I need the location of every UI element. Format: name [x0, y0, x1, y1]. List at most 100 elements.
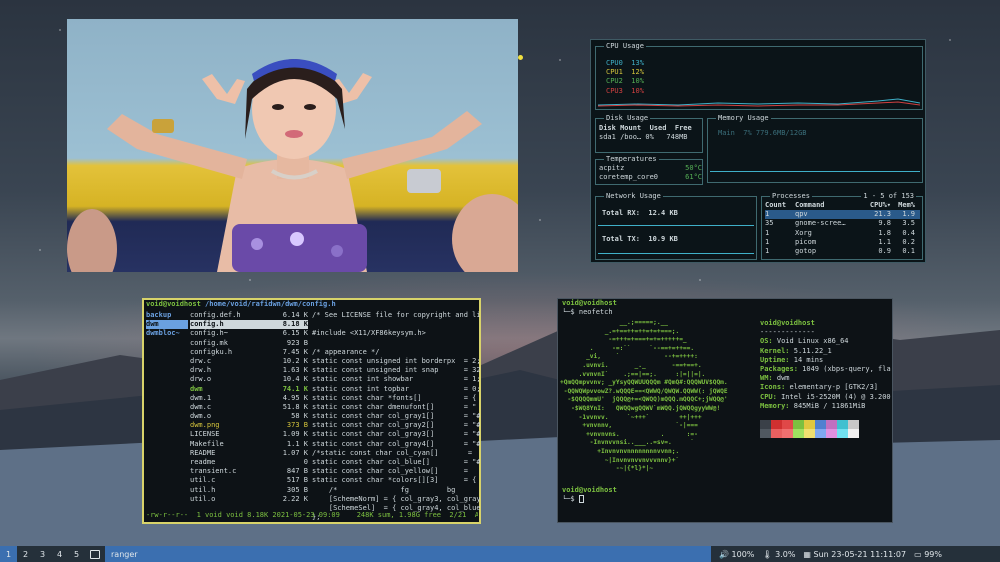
workspace-button[interactable]: 5 [68, 546, 85, 562]
ranger-parent-dir[interactable]: dwm [146, 320, 188, 330]
cpu-indicator[interactable]: 🌡 3.0% [762, 550, 795, 559]
logo-line: __.;=====;.__ [560, 319, 669, 326]
ranger-file-size: 6.15 K [282, 329, 308, 338]
disk-usage-title: Disk Usage [604, 114, 651, 122]
process-table[interactable]: Count Command CPU%▾ Mem% 1 qpv 21.3 1.9 35 gnome-… [765, 201, 920, 256]
nf-info-line: Packages: 1049 (xbps-query, fla [760, 365, 892, 374]
palette-swatch [826, 428, 837, 438]
logo-line: ~|Invnvnvvnvvvnnv}+` [560, 456, 680, 464]
color-palette-bright [760, 428, 892, 438]
process-row[interactable]: 1 qpv 21.3 1.9 [765, 210, 920, 220]
ranger-preview-line: static const int showbar = 1; [312, 375, 480, 384]
neofetch-prompt2-line[interactable]: └─$ [562, 495, 584, 504]
ranger-preview-line: [SchemeNorm] = { col_gray3, col_gray [312, 494, 480, 503]
clock[interactable]: ▦ Sun 23-05-21 11:11:07 [803, 550, 906, 559]
ranger-file-name: dwm.c [190, 402, 212, 411]
neofetch-terminal[interactable]: void@voidhost └─$ neofetch __.;=====;.__… [557, 298, 893, 523]
ranger-file[interactable]: config.def.h 6.14 K [190, 311, 308, 320]
ranger-file[interactable]: drw.o 10.4 K [190, 375, 308, 384]
cpu-entry: CPU0 13% [606, 59, 644, 67]
ranger-file[interactable]: config.h~ 6.15 K [190, 329, 308, 338]
ranger-preview-line: /* See LICENSE file for copyright and li [312, 311, 480, 319]
nf-value: dwm [772, 374, 790, 383]
ranger-file[interactable]: config.mk 923 B [190, 339, 308, 348]
ranger-terminal[interactable]: void@voidhost /home/void/rafidwn/dwm/con… [142, 298, 481, 524]
cpu-entry: CPU2 10% [606, 77, 644, 86]
workspace-button[interactable]: 3 [34, 546, 51, 562]
neofetch-command-line: └─$ neofetch [562, 308, 613, 317]
process-cell: 3.5 [902, 219, 915, 228]
ranger-file[interactable]: README 1.07 K [190, 449, 308, 458]
cpu-usage-title: CPU Usage [604, 42, 646, 50]
nf-key: OS: [760, 337, 773, 346]
disk-header: Disk Mount Used Free [599, 124, 692, 132]
ranger-file[interactable]: configku.h 7.45 K [190, 348, 308, 357]
ranger-file[interactable]: dwm.c 51.8 K [190, 403, 308, 412]
process-cell: 1 [765, 246, 770, 255]
ranger-file[interactable]: util.o 2.22 K [190, 495, 308, 504]
datetime-value: Sun 23-05-21 11:11:07 [813, 549, 907, 559]
speaker-icon: 🔊 [719, 549, 729, 559]
ranger-file[interactable]: readme 0 [190, 458, 308, 467]
nf-user-host: void@voidhost [760, 319, 815, 327]
process-cell: 0.1 [902, 246, 915, 255]
nf-info-line: Uptime: 14 mins [760, 356, 892, 365]
ranger-file[interactable]: config.h 8.18 K [190, 320, 308, 330]
logo-line: . -=:`` `--==+=++==. [560, 344, 695, 352]
ranger-file[interactable]: transient.c 847 B [190, 467, 308, 476]
nf-info-line: Kernel: 5.11.22_1 [760, 347, 892, 356]
color-palette [760, 419, 892, 429]
disk-usage-box: Disk Usage Disk Mount Used Free sda1 /bo… [595, 114, 703, 153]
ranger-file-name: drw.c [190, 356, 212, 365]
nf-value: elementary-p [GTK2/3] [785, 383, 879, 392]
ranger-parent-column[interactable]: backup dwm dwmbloc~ [146, 311, 188, 339]
process-cell: 1.9 [902, 210, 915, 219]
ranger-file-list[interactable]: config.def.h 6.14 Kconfig.h 8.18 Kconfig.h… [190, 311, 308, 504]
gotop-window[interactable]: CPU Usage CPU0 13% CPU1 12% CPU2 10% CPU3 1… [590, 39, 926, 263]
ranger-file-size: 4.95 K [282, 393, 308, 402]
workspace-button[interactable]: 2 [17, 546, 34, 562]
process-header-cell: Count [765, 201, 787, 209]
palette-swatch [793, 428, 804, 438]
ranger-user: void@voidhost [146, 300, 201, 308]
ranger-file-name: util.h [190, 485, 216, 494]
ranger-file[interactable]: dwm.o 58 K [190, 412, 308, 421]
ranger-file-name: README [190, 448, 216, 457]
ranger-file[interactable]: Makefile 1.1 K [190, 440, 308, 449]
ranger-file[interactable]: dwm.png 373 B [190, 421, 308, 430]
window-title-bar[interactable]: ranger [105, 546, 711, 562]
workspace-button[interactable]: 4 [51, 546, 68, 562]
workspace-button[interactable]: 1 [0, 546, 17, 562]
process-row[interactable]: 35 gnome-scree… 9.8 3.5 [765, 219, 920, 228]
ranger-file-name: config.mk [190, 338, 228, 347]
ranger-parent-dir[interactable]: dwmbloc~ [146, 329, 188, 338]
nf-value: Intel i5-2520M (4) @ 3.200 [776, 392, 891, 401]
disk-row: sda1 /boo… 0% 748MB [599, 133, 688, 142]
ranger-preview-line [312, 320, 480, 329]
ranger-parent-dir[interactable]: backup [146, 311, 188, 320]
ranger-file-name: util.o [190, 494, 216, 503]
ranger-file-size: 517 B [286, 476, 308, 485]
ranger-file[interactable]: drw.c 10.2 K [190, 357, 308, 366]
window-title: ranger [111, 549, 138, 559]
ranger-file[interactable]: dwm.1 4.95 K [190, 394, 308, 403]
ranger-file[interactable]: LICENSE 1.09 K [190, 430, 308, 439]
ranger-file[interactable]: dwm 74.1 K [190, 385, 308, 394]
process-row[interactable]: 1 gotop 0.9 0.1 [765, 247, 920, 256]
ranger-file[interactable]: util.c 517 B [190, 476, 308, 485]
ranger-file[interactable]: util.h 305 B [190, 486, 308, 495]
nf-key: Memory: [760, 401, 790, 410]
thermometer-icon: 🌡 [762, 549, 773, 559]
ranger-preview: /* See LICENSE file for copyright and li… [312, 311, 480, 522]
ranger-file-name: util.c [190, 476, 216, 485]
ranger-file[interactable]: drw.h 1.63 K [190, 366, 308, 375]
process-row[interactable]: 1 picom 1.1 0.2 [765, 238, 920, 247]
process-row[interactable]: 1 Xorg 1.8 0.4 [765, 229, 920, 238]
volume-indicator[interactable]: 🔊 100% [719, 550, 754, 559]
logo-line: -QQWQWpvvowZ?.wQQQE==<QWWQ/QWQW.QQWW(: j… [560, 387, 728, 395]
window-layout-icon[interactable] [85, 546, 105, 562]
process-cell: gnome-scree… [795, 219, 846, 228]
battery-indicator[interactable]: ▭ 99% [914, 550, 942, 559]
process-cell: 21.3 [874, 210, 891, 219]
ranger-file-name: readme [190, 458, 216, 466]
